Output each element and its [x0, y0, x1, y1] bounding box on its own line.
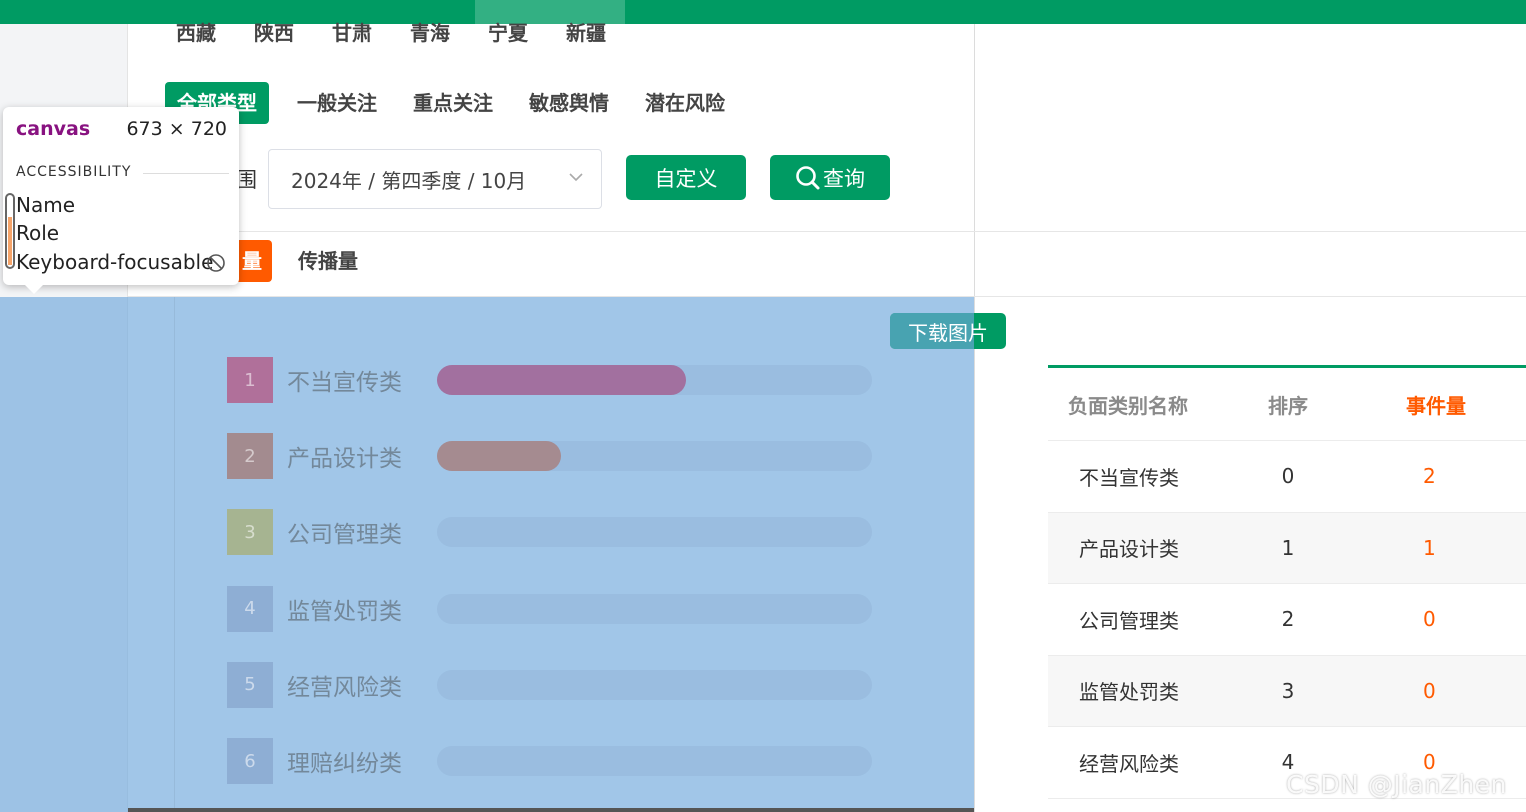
region-list: 西藏 陕西 甘肃 青海 宁夏 新疆 [176, 18, 644, 48]
cell-event-count: 0 [1423, 607, 1436, 632]
cell-event-count: 1 [1423, 535, 1436, 560]
region-item[interactable]: 宁夏 [488, 18, 566, 48]
rank-badge: 2 [227, 433, 273, 480]
rank-bar-track [437, 517, 872, 548]
rank-badge: 5 [227, 661, 273, 708]
rank-badge: 1 [227, 357, 273, 403]
rank-bar-track [437, 746, 872, 776]
time-range-label: 围 [236, 168, 257, 192]
download-image-label: 下载图片 [908, 320, 988, 345]
divider-line [128, 231, 1526, 232]
cell-category-name: 不当宣传类 [1079, 465, 1179, 490]
rank-bar-track [437, 365, 872, 395]
devtools-inspect-tooltip: canvas 673 × 720 ACCESSIBILITY Name Role… [3, 107, 239, 294]
header-category-name[interactable]: 负面类别名称 [1048, 390, 1248, 419]
download-image-button[interactable]: 下载图片 [890, 313, 1006, 349]
rank-label: 监管处罚类 [287, 598, 402, 625]
table-header: 负面类别名称 排序 事件量 [1048, 368, 1526, 441]
region-item[interactable]: 西藏 [176, 18, 254, 48]
region-item[interactable]: 甘肃 [332, 18, 410, 48]
ranking-row: 2 产品设计类 [227, 433, 872, 480]
rank-label: 产品设计类 [287, 446, 402, 473]
tooltip-section-title: ACCESSIBILITY [16, 164, 132, 180]
rank-bar-track [437, 441, 872, 472]
canvas-left-edge [174, 297, 175, 812]
tooltip-prop-name: Name [16, 193, 76, 217]
table-row: 公司管理类 2 0 [1048, 584, 1526, 656]
not-allowed-icon [207, 254, 225, 272]
watermark-text: CSDN @JianZhen [1286, 770, 1507, 799]
date-cascader[interactable]: 2024年 / 第四季度 / 10月 [268, 149, 602, 209]
rank-bar-fill [437, 365, 686, 395]
tooltip-bracket-highlight [8, 217, 12, 265]
query-button-label: 查询 [823, 166, 865, 191]
type-tabs: 全部类型 一般关注 重点关注 敏感舆情 潜在风险 [165, 82, 743, 124]
rank-bar-fill [437, 441, 562, 472]
chevron-down-icon [569, 173, 583, 182]
rank-badge: 3 [227, 509, 273, 556]
cell-category-name: 产品设计类 [1079, 537, 1179, 562]
cell-rank: 0 [1281, 464, 1295, 489]
tooltip-arrow [25, 285, 43, 294]
date-cascader-value: 2024年 / 第四季度 / 10月 [291, 168, 527, 193]
cell-category-name: 公司管理类 [1079, 608, 1179, 633]
cell-category-name: 监管处罚类 [1079, 680, 1179, 705]
rank-label: 理赔纠纷类 [287, 751, 402, 777]
rank-label: 公司管理类 [287, 522, 402, 549]
header-event-count[interactable]: 事件量 [1328, 390, 1526, 419]
table-row: 监管处罚类 3 0 [1048, 655, 1526, 727]
tooltip-prop-role: Role [16, 221, 60, 245]
region-item[interactable]: 新疆 [566, 18, 644, 48]
query-button[interactable]: 查询 [770, 155, 890, 200]
ranking-row: 1 不当宣传类 [227, 357, 872, 403]
rank-label: 经营风险类 [287, 674, 402, 701]
table-row: 不当宣传类 0 2 [1048, 441, 1526, 513]
rank-bar-track [437, 669, 872, 700]
search-icon [796, 165, 820, 189]
table-row: 产品设计类 1 1 [1048, 512, 1526, 584]
rank-badge: 6 [227, 738, 273, 784]
cell-category-name: 经营风险类 [1079, 751, 1179, 776]
region-item[interactable]: 青海 [410, 18, 488, 48]
horizontal-scrollbar[interactable] [128, 808, 974, 812]
type-tab[interactable]: 一般关注 [279, 82, 395, 124]
custom-button[interactable]: 自定义 [626, 155, 746, 200]
ranking-row: 5 经营风险类 [227, 661, 872, 708]
ranking-row: 6 理赔纠纷类 [227, 738, 872, 784]
ranking-row: 4 监管处罚类 [227, 585, 872, 632]
rank-bar-track [437, 593, 872, 624]
region-item[interactable]: 陕西 [254, 18, 332, 48]
custom-button-label: 自定义 [654, 166, 718, 191]
type-tab[interactable]: 重点关注 [395, 82, 511, 124]
ranking-row: 3 公司管理类 [227, 509, 872, 556]
negative-category-table: 负面类别名称 排序 事件量 不当宣传类 0 2 产品设计类 1 1 公司管理类 2 0 监管处罚类… [1048, 365, 1526, 799]
type-tab[interactable]: 敏感舆情 [511, 82, 627, 124]
rank-badge: 4 [227, 585, 273, 632]
cell-rank: 1 [1281, 535, 1295, 560]
tooltip-separator [143, 173, 229, 174]
tooltip-prop-keyboard: Keyboard-focusable [16, 250, 214, 274]
cell-event-count: 2 [1423, 464, 1436, 489]
cell-event-count: 0 [1423, 678, 1436, 703]
rank-label: 不当宣传类 [287, 370, 402, 396]
tooltip-element-size: 673 × 720 [126, 118, 227, 140]
cell-rank: 2 [1281, 607, 1295, 632]
header-rank[interactable]: 排序 [1248, 390, 1328, 419]
metric-tab[interactable]: 传播量 [284, 240, 372, 282]
content-divider [974, 24, 975, 812]
tooltip-element-name: canvas [16, 118, 91, 140]
type-tab[interactable]: 潜在风险 [627, 82, 743, 124]
cell-rank: 3 [1281, 678, 1295, 703]
